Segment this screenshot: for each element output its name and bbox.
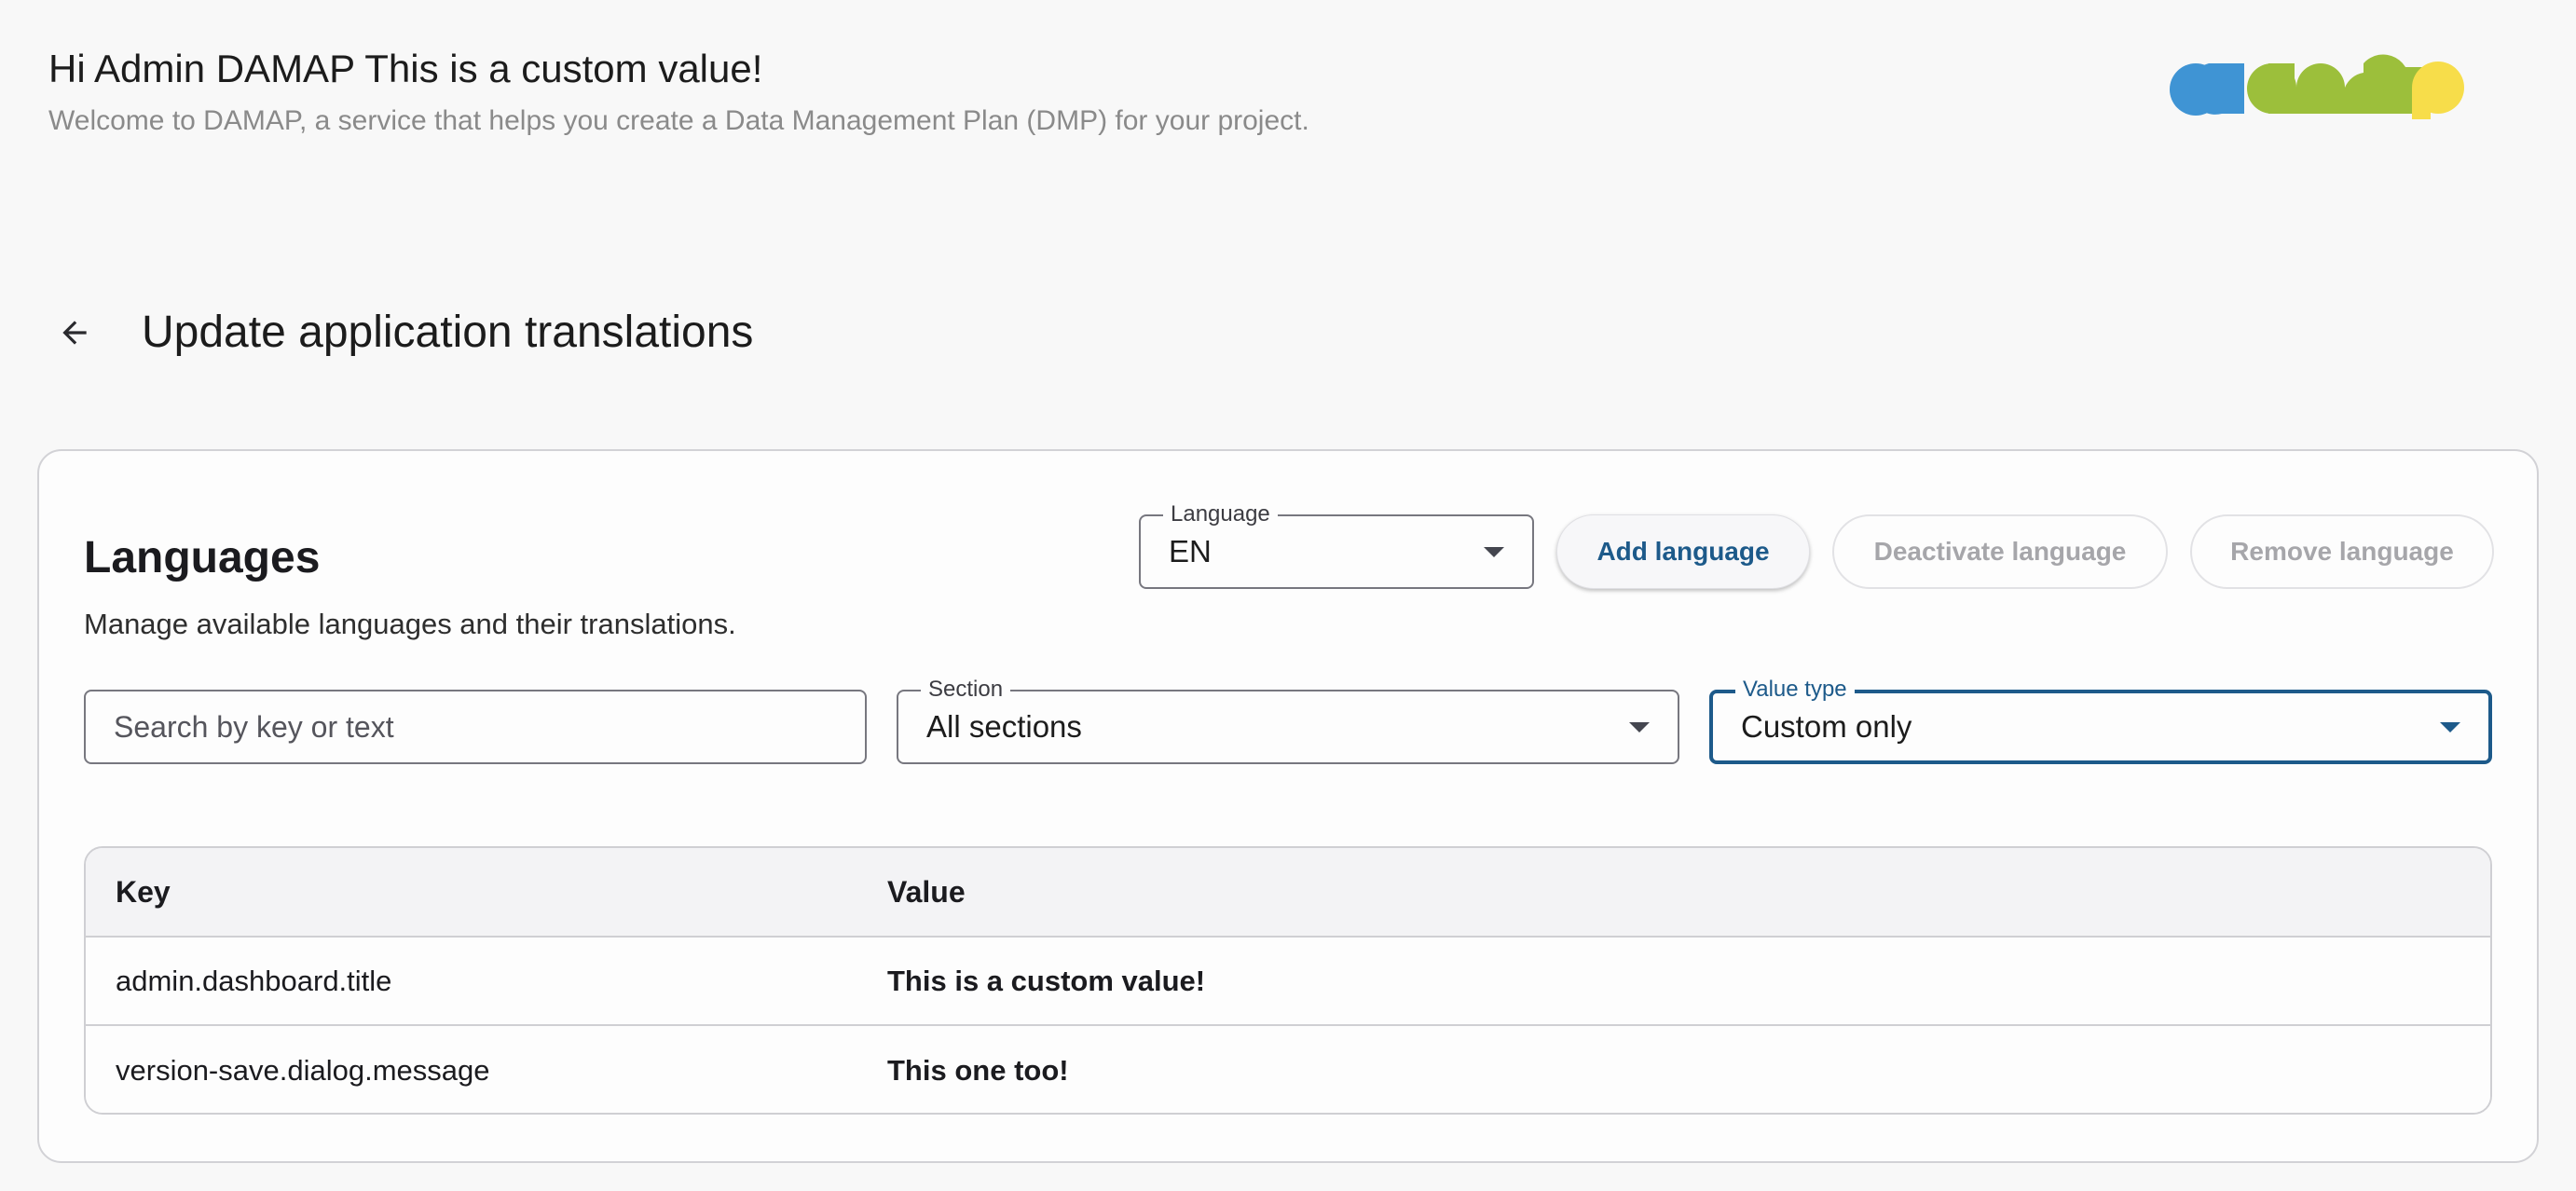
language-select[interactable]: Language EN [1139,502,1534,589]
dropdown-arrow-icon [1484,547,1504,557]
deactivate-language-button[interactable]: Deactivate language [1832,514,2168,589]
back-button[interactable] [48,307,101,359]
dropdown-arrow-icon [2440,722,2460,732]
languages-subtitle: Manage available languages and their tra… [84,608,736,640]
arrow-back-icon [62,321,87,345]
languages-card: Languages Manage available languages and… [37,449,2539,1163]
app-header: Hi Admin DAMAP This is a custom value! W… [48,41,1309,140]
logo-graphic [2170,54,2464,119]
section-select[interactable]: Section All sections [897,678,1679,764]
row-value: This is a custom value! [887,964,1206,997]
greeting-title: Hi Admin DAMAP This is a custom value! [48,47,763,90]
translations-table: Key Value admin.dashboard.title This is … [84,846,2492,1115]
table-row[interactable]: admin.dashboard.title This is a custom v… [86,938,2490,1026]
damap-logo: damap [2168,54,2470,124]
table-row[interactable]: version-save.dialog.message This one too… [86,1026,2490,1113]
remove-language-button[interactable]: Remove language [2190,514,2494,589]
language-select-value: EN [1169,534,1212,568]
table-header: Key Value [86,848,2490,938]
languages-title: Languages [84,533,321,582]
add-language-button[interactable]: Add language [1556,514,1810,589]
dropdown-arrow-icon [1629,722,1650,732]
logo-text: damap [2470,54,2471,55]
section-select-value: All sections [926,709,1082,744]
row-key: version-save.dialog.message [116,1053,490,1087]
search-input[interactable] [84,690,867,764]
row-value: This one too! [887,1053,1069,1087]
value-type-select-value: Custom only [1741,709,1912,744]
row-key: admin.dashboard.title [116,964,392,997]
page-title: Update application translations [142,308,754,357]
value-type-select[interactable]: Value type Custom only [1709,678,2492,764]
welcome-text: Welcome to DAMAP, a service that helps y… [48,105,1309,136]
page-header: Update application translations [48,300,753,365]
column-header-key: Key [116,874,171,909]
column-header-value: Value [887,874,966,909]
